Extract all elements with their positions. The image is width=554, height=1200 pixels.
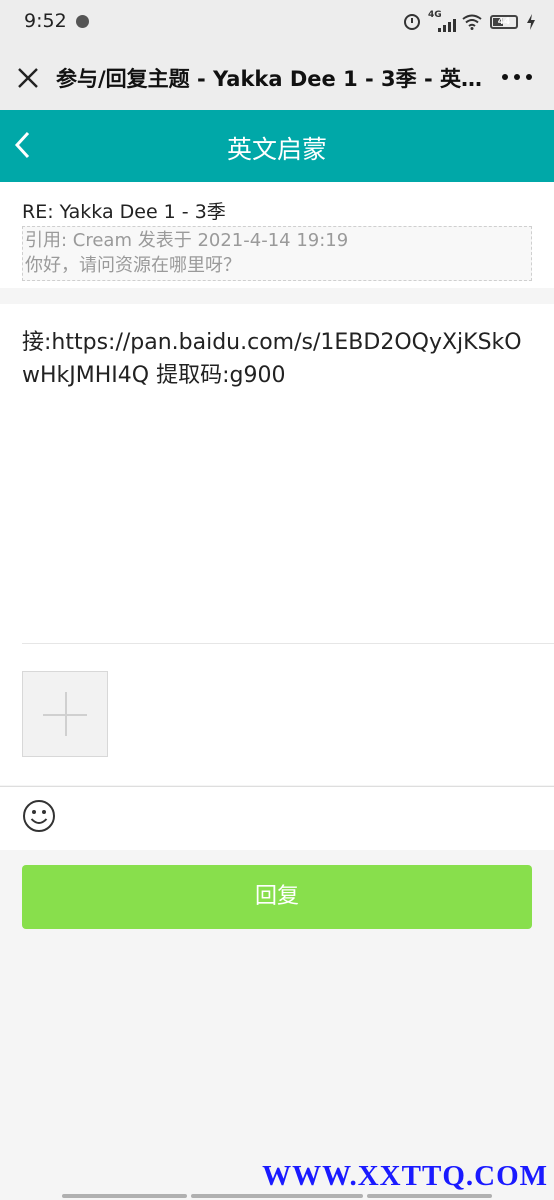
reply-submit-button[interactable]: 回复 <box>22 865 532 929</box>
reply-textarea[interactable]: 接:https://pan.baidu.com/s/1EBD2OQyXjKSkO… <box>22 326 532 392</box>
reply-editor: 接:https://pan.baidu.com/s/1EBD2OQyXjKSkO… <box>0 304 554 785</box>
battery-icon: 44 <box>490 15 518 29</box>
quoted-post: 引用: Cream 发表于 2021-4-14 19:19 你好，请问资源在哪里… <box>22 226 532 281</box>
battery-level: 44 <box>497 17 511 27</box>
forum-header: 英文启蒙 <box>0 110 554 182</box>
alarm-icon <box>404 14 420 30</box>
status-indicators: 4G 44 <box>404 10 536 33</box>
home-indicator <box>367 1194 492 1198</box>
home-indicator <box>191 1194 363 1198</box>
divider <box>22 643 554 644</box>
status-time: 9:52 <box>24 10 67 32</box>
quote-section: RE: Yakka Dee 1 - 3季 引用: Cream 发表于 2021-… <box>0 182 554 288</box>
status-bar: 9:52 4G 44 <box>0 0 554 44</box>
charging-icon <box>527 14 535 30</box>
toolbar <box>0 786 554 850</box>
signal-icon: 4G <box>428 10 456 32</box>
quote-meta: 引用: Cream 发表于 2021-4-14 19:19 <box>25 230 349 251</box>
quote-text: 你好，请问资源在哪里呀？ <box>25 255 241 276</box>
browser-nav-bar: 参与/回复主题 - Yakka Dee 1 - 3季 - 英文启蒙 <box>0 44 554 110</box>
home-indicator <box>62 1194 187 1198</box>
notification-app-icon <box>76 15 89 28</box>
add-image-button[interactable] <box>22 671 108 757</box>
forum-title: 英文启蒙 <box>226 135 327 164</box>
close-icon[interactable] <box>16 66 40 90</box>
emoji-icon[interactable] <box>22 799 56 833</box>
watermark: WWW.XXTTQ.COM <box>262 1160 548 1192</box>
reply-subject: RE: Yakka Dee 1 - 3季 <box>22 201 226 223</box>
more-icon[interactable] <box>502 74 532 80</box>
wifi-icon <box>462 14 482 30</box>
page-title: 参与/回复主题 - Yakka Dee 1 - 3季 - 英文启蒙 <box>56 67 482 91</box>
